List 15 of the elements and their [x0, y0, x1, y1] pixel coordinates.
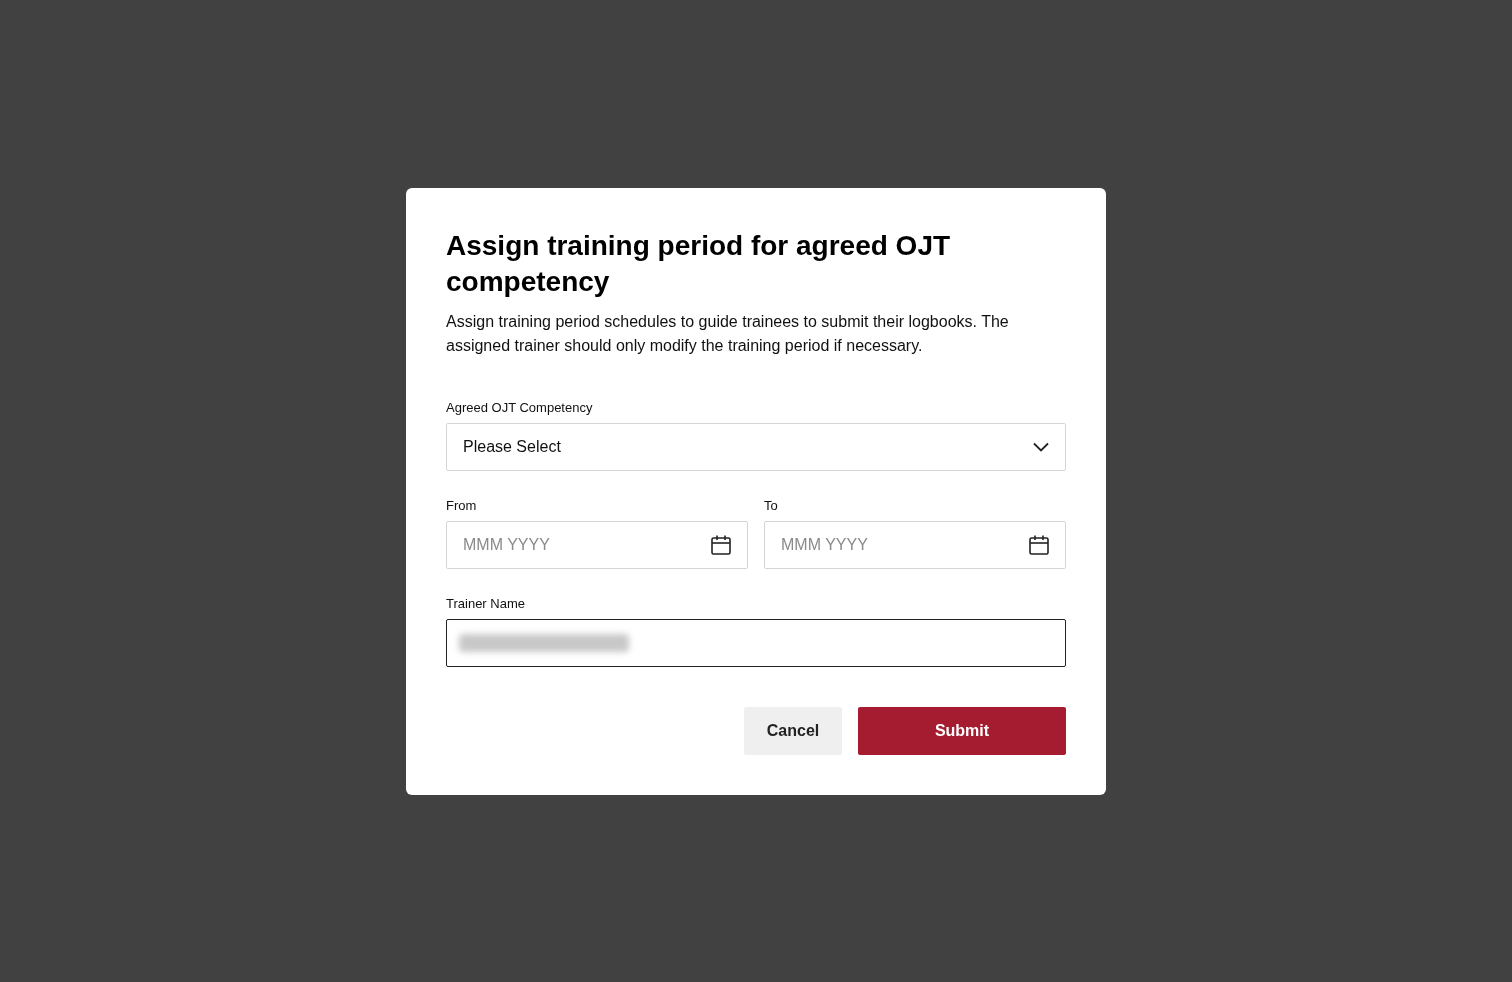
field-label: Agreed OJT Competency	[446, 399, 593, 416]
dialog-title: Assign training period for agreed OJT competency	[446, 228, 952, 299]
field-label: To	[764, 497, 778, 514]
text-field[interactable]	[446, 618, 1066, 667]
submit-button[interactable]: Submit	[858, 706, 1066, 755]
date-field[interactable]: MMM YYYY	[446, 520, 748, 569]
dialog-description: Assign training period schedules to guide trainees to submit their logbooks. The assigned trainer should only modify the training period if necessary.	[446, 311, 1010, 356]
calendar-icon	[710, 533, 732, 556]
chevron-down-icon	[1033, 441, 1049, 452]
select-field[interactable]: Please Select	[446, 422, 1066, 471]
cancel-button[interactable]: Cancel	[744, 706, 842, 755]
date-field[interactable]: MMM YYYY	[764, 520, 1066, 569]
field-label: Trainer Name	[446, 595, 525, 612]
calendar-icon	[1028, 533, 1050, 556]
field-label: From	[446, 497, 477, 514]
